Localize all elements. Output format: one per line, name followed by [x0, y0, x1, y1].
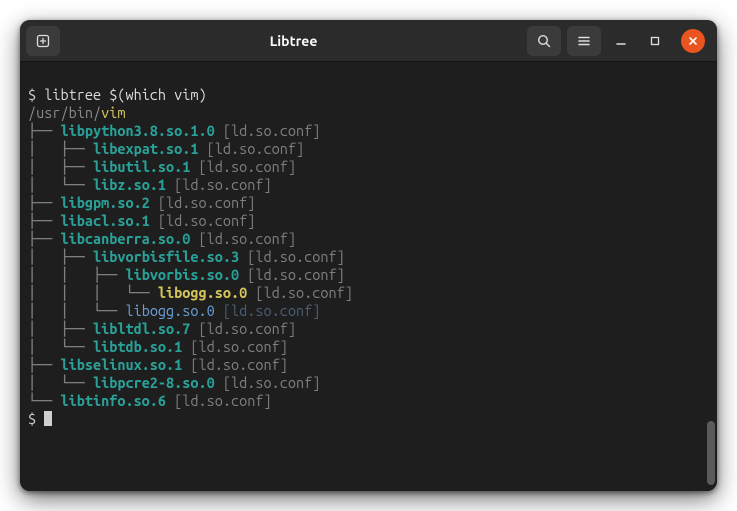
lib-name: libogg.so.0 — [125, 302, 214, 319]
scrollbar[interactable] — [707, 421, 715, 485]
tree-prefix: ├── — [28, 122, 60, 139]
lib-name: libz.so.1 — [93, 176, 166, 193]
search-button[interactable] — [527, 26, 561, 56]
conf-tag: [ld.so.conf] — [182, 356, 288, 373]
window-title: Libtree — [66, 33, 521, 49]
tree-prefix: ├── — [28, 194, 60, 211]
tree-prefix: │ └── — [28, 338, 93, 355]
conf-tag: [ld.so.conf] — [215, 122, 321, 139]
lib-name: libutil.so.1 — [93, 158, 190, 175]
menu-button[interactable] — [567, 26, 601, 56]
maximize-button[interactable] — [641, 27, 669, 55]
conf-tag: [ld.so.conf] — [150, 212, 256, 229]
lib-name: libvorbisfile.so.3 — [93, 248, 239, 265]
lib-name: libacl.so.1 — [60, 212, 149, 229]
conf-tag: [ld.so.conf] — [182, 338, 288, 355]
close-icon — [688, 36, 698, 46]
tree-prefix: │ │ └── — [28, 302, 125, 319]
conf-tag: [ld.so.conf] — [199, 140, 305, 157]
tree-prefix: │ ├── — [28, 140, 93, 157]
lib-name: libtinfo.so.6 — [60, 392, 166, 409]
tree-prefix: │ ├── — [28, 158, 93, 175]
tree-prefix: │ ├── — [28, 248, 93, 265]
lib-name: libvorbis.so.0 — [125, 266, 239, 283]
terminal-window: Libtree — [20, 20, 717, 491]
lib-name: libselinux.so.1 — [60, 356, 182, 373]
new-tab-button[interactable] — [26, 26, 60, 56]
lib-name: libcanberra.so.0 — [60, 230, 190, 247]
prompt: $ — [28, 86, 44, 103]
lib-name: libpython3.8.so.1.0 — [60, 122, 214, 139]
cursor — [44, 411, 52, 426]
conf-tag: [ld.so.conf] — [190, 320, 296, 337]
lib-name: libexpat.so.1 — [93, 140, 199, 157]
prompt-2: $ — [28, 410, 44, 427]
conf-tag: [ld.so.conf] — [215, 302, 321, 319]
tree-prefix: ├── — [28, 230, 60, 247]
minimize-icon — [615, 35, 627, 47]
tree-prefix: │ ├── — [28, 320, 93, 337]
new-tab-icon — [35, 33, 51, 49]
lib-name: libpcre2-8.so.0 — [93, 374, 215, 391]
conf-tag: [ld.so.conf] — [166, 176, 272, 193]
tree-lines: ├── libpython3.8.so.1.0 [ld.so.conf] │ ├… — [28, 122, 353, 409]
hamburger-icon — [576, 33, 592, 49]
tree-prefix: └── — [28, 392, 60, 409]
lib-name: libogg.so.0 — [158, 284, 247, 301]
tree-prefix: ├── — [28, 212, 60, 229]
tree-prefix: │ └── — [28, 176, 93, 193]
conf-tag: [ld.so.conf] — [190, 158, 296, 175]
search-icon — [536, 33, 552, 49]
terminal-output[interactable]: $ libtree $(which vim) /usr/bin/vim ├── … — [20, 62, 717, 491]
titlebar: Libtree — [20, 20, 717, 62]
tree-prefix: │ └── — [28, 374, 93, 391]
command: libtree $(which vim) — [44, 86, 206, 103]
conf-tag: [ld.so.conf] — [239, 248, 345, 265]
conf-tag: [ld.so.conf] — [150, 194, 256, 211]
maximize-icon — [649, 35, 661, 47]
conf-tag: [ld.so.conf] — [215, 374, 321, 391]
conf-tag: [ld.so.conf] — [239, 266, 345, 283]
close-button[interactable] — [681, 29, 705, 53]
root-path: /usr/bin/ — [28, 104, 101, 121]
tree-prefix: │ │ │ └── — [28, 284, 158, 301]
lib-name: libtdb.so.1 — [93, 338, 182, 355]
minimize-button[interactable] — [607, 27, 635, 55]
tree-prefix: │ │ ├── — [28, 266, 125, 283]
lib-name: libltdl.so.7 — [93, 320, 190, 337]
lib-name: libgpm.so.2 — [60, 194, 149, 211]
conf-tag: [ld.so.conf] — [247, 284, 353, 301]
conf-tag: [ld.so.conf] — [166, 392, 272, 409]
conf-tag: [ld.so.conf] — [190, 230, 296, 247]
root-target: vim — [101, 104, 125, 121]
tree-prefix: ├── — [28, 356, 60, 373]
